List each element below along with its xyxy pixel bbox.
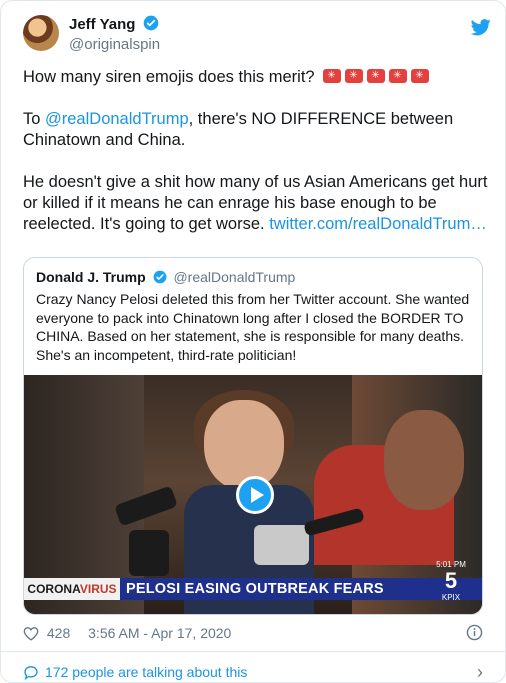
quoted-display-name[interactable]: Donald J. Trump bbox=[36, 269, 146, 285]
verified-badge-icon bbox=[143, 15, 158, 31]
verified-badge-icon bbox=[153, 270, 166, 284]
coronavirus-banner: CORONAVIRUS bbox=[24, 578, 120, 600]
siren-emoji-group bbox=[319, 68, 430, 86]
video-thumbnail[interactable]: CORONAVIRUS PELOSI EASING OUTBREAK FEARS… bbox=[24, 375, 482, 614]
news-headline: PELOSI EASING OUTBREAK FEARS bbox=[126, 581, 384, 597]
mention-link[interactable]: @realDonaldTrump bbox=[45, 110, 189, 128]
reply-bubble-icon bbox=[24, 666, 38, 680]
tweet-url-link[interactable]: twitter.com/realDonaldTrum… bbox=[269, 215, 487, 233]
quoted-tweet-text: Crazy Nancy Pelosi deleted this from her… bbox=[36, 291, 470, 363]
station-name: KPIX bbox=[441, 593, 461, 602]
tweet-paragraph-1: How many siren emojis does this merit? bbox=[23, 67, 491, 88]
tweet-meta: 428 3:56 AM - Apr 17, 2020 bbox=[23, 623, 485, 645]
quoted-tweet-header: Donald J. Trump @realDonaldTrump bbox=[36, 268, 295, 286]
conversation-count-text[interactable]: 172 people are talking about this bbox=[45, 664, 247, 680]
display-name[interactable]: Jeff Yang bbox=[69, 16, 135, 33]
tweet-body: How many siren emojis does this merit? T… bbox=[23, 67, 491, 256]
video-speaker-face bbox=[204, 400, 284, 490]
tweet-paragraph-2: To @realDonaldTrump, there's NO DIFFEREN… bbox=[23, 109, 491, 151]
microphone bbox=[129, 530, 169, 576]
station-number: 5 bbox=[444, 568, 458, 593]
microphone bbox=[254, 525, 309, 565]
footer-divider bbox=[1, 651, 505, 652]
tweet-card: Jeff Yang @originalspin How many siren e… bbox=[0, 0, 506, 683]
station-logo: 5:01 PM 5 KPIX bbox=[430, 560, 472, 602]
chevron-right-icon[interactable]: › bbox=[477, 663, 483, 681]
quoted-tweet[interactable]: Donald J. Trump @realDonaldTrump Crazy N… bbox=[23, 257, 483, 615]
siren-emoji-icon bbox=[389, 69, 408, 83]
info-icon[interactable] bbox=[466, 624, 483, 641]
author-handle[interactable]: @originalspin bbox=[69, 35, 160, 55]
conversation-link[interactable]: 172 people are talking about this bbox=[23, 663, 247, 681]
author-names[interactable]: Jeff Yang @originalspin bbox=[69, 15, 160, 55]
like-count[interactable]: 428 bbox=[47, 625, 70, 641]
siren-emoji-icon bbox=[411, 69, 430, 83]
play-button-icon[interactable] bbox=[236, 476, 274, 514]
twitter-bird-icon[interactable] bbox=[471, 19, 491, 36]
tweet-timestamp[interactable]: 3:56 AM - Apr 17, 2020 bbox=[88, 625, 231, 641]
news-lower-third: CORONAVIRUS PELOSI EASING OUTBREAK FEARS… bbox=[24, 560, 482, 602]
tweet-header: Jeff Yang @originalspin bbox=[23, 15, 491, 59]
video-person-right bbox=[384, 410, 464, 510]
heart-icon[interactable] bbox=[23, 626, 39, 641]
avatar[interactable] bbox=[23, 15, 59, 51]
tweet-paragraph-3: He doesn't give a shit how many of us As… bbox=[23, 172, 491, 235]
siren-emoji-icon bbox=[323, 69, 342, 83]
tweet-text-1: How many siren emojis does this merit? bbox=[23, 68, 315, 86]
siren-emoji-icon bbox=[367, 69, 386, 83]
tweet-text-2-prefix: To bbox=[23, 110, 46, 128]
quoted-handle[interactable]: @realDonaldTrump bbox=[173, 269, 295, 285]
siren-emoji-icon bbox=[345, 69, 364, 83]
